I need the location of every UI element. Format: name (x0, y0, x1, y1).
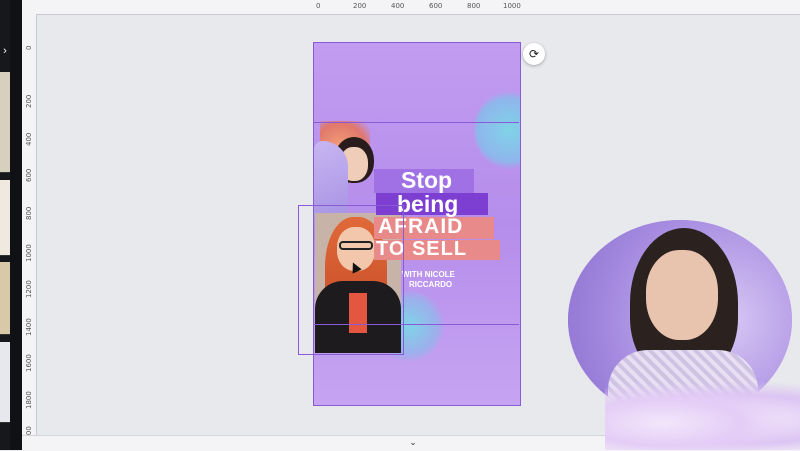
ruler-tick: 600 (25, 168, 33, 182)
decorative-blob (474, 91, 520, 169)
ruler-tick: 800 (25, 206, 33, 220)
top-ruler: 0 200 400 600 800 1000 (22, 0, 800, 15)
cloud-decoration (605, 382, 800, 450)
selection-frame[interactable] (298, 205, 404, 355)
chevron-right-icon[interactable]: › (0, 38, 10, 64)
ruler-tick: 200 (353, 2, 367, 10)
ruler-tick: 1000 (25, 244, 33, 262)
subline2[interactable]: RICCARDO (409, 280, 452, 289)
page-thumbnail[interactable] (0, 180, 10, 256)
alignment-guide (313, 122, 519, 123)
ruler-tick: 400 (25, 132, 33, 146)
ruler-tick: 1200 (25, 280, 33, 298)
ruler-tick: 800 (467, 2, 481, 10)
ruler-tick: 400 (391, 2, 405, 10)
chevron-down-icon[interactable]: ⌄ (404, 436, 422, 448)
refresh-icon[interactable]: ⟳ (523, 43, 545, 65)
ruler-tick: 600 (429, 2, 443, 10)
page-thumbnail[interactable] (0, 342, 10, 423)
left-ruler: 0 200 400 600 800 1000 1200 1400 1600 18… (22, 14, 37, 450)
presenter-face (646, 250, 718, 340)
headline-line1[interactable]: Stop (401, 167, 452, 194)
ruler-tick: 200 (25, 94, 33, 108)
ruler-tick: 0 (25, 45, 33, 50)
ruler-tick: 1400 (25, 318, 33, 336)
headline-line2[interactable]: being (397, 191, 458, 218)
page-thumbnail[interactable] (0, 72, 10, 173)
ruler-tick: 0 (316, 2, 321, 10)
sidebar-divider (10, 0, 22, 450)
ruler-tick: 1600 (25, 354, 33, 372)
subline1[interactable]: WITH NICOLE (402, 270, 455, 279)
ruler-tick: 1000 (503, 2, 521, 10)
page-thumbnail[interactable] (0, 262, 10, 335)
ruler-tick: 1800 (25, 391, 33, 409)
